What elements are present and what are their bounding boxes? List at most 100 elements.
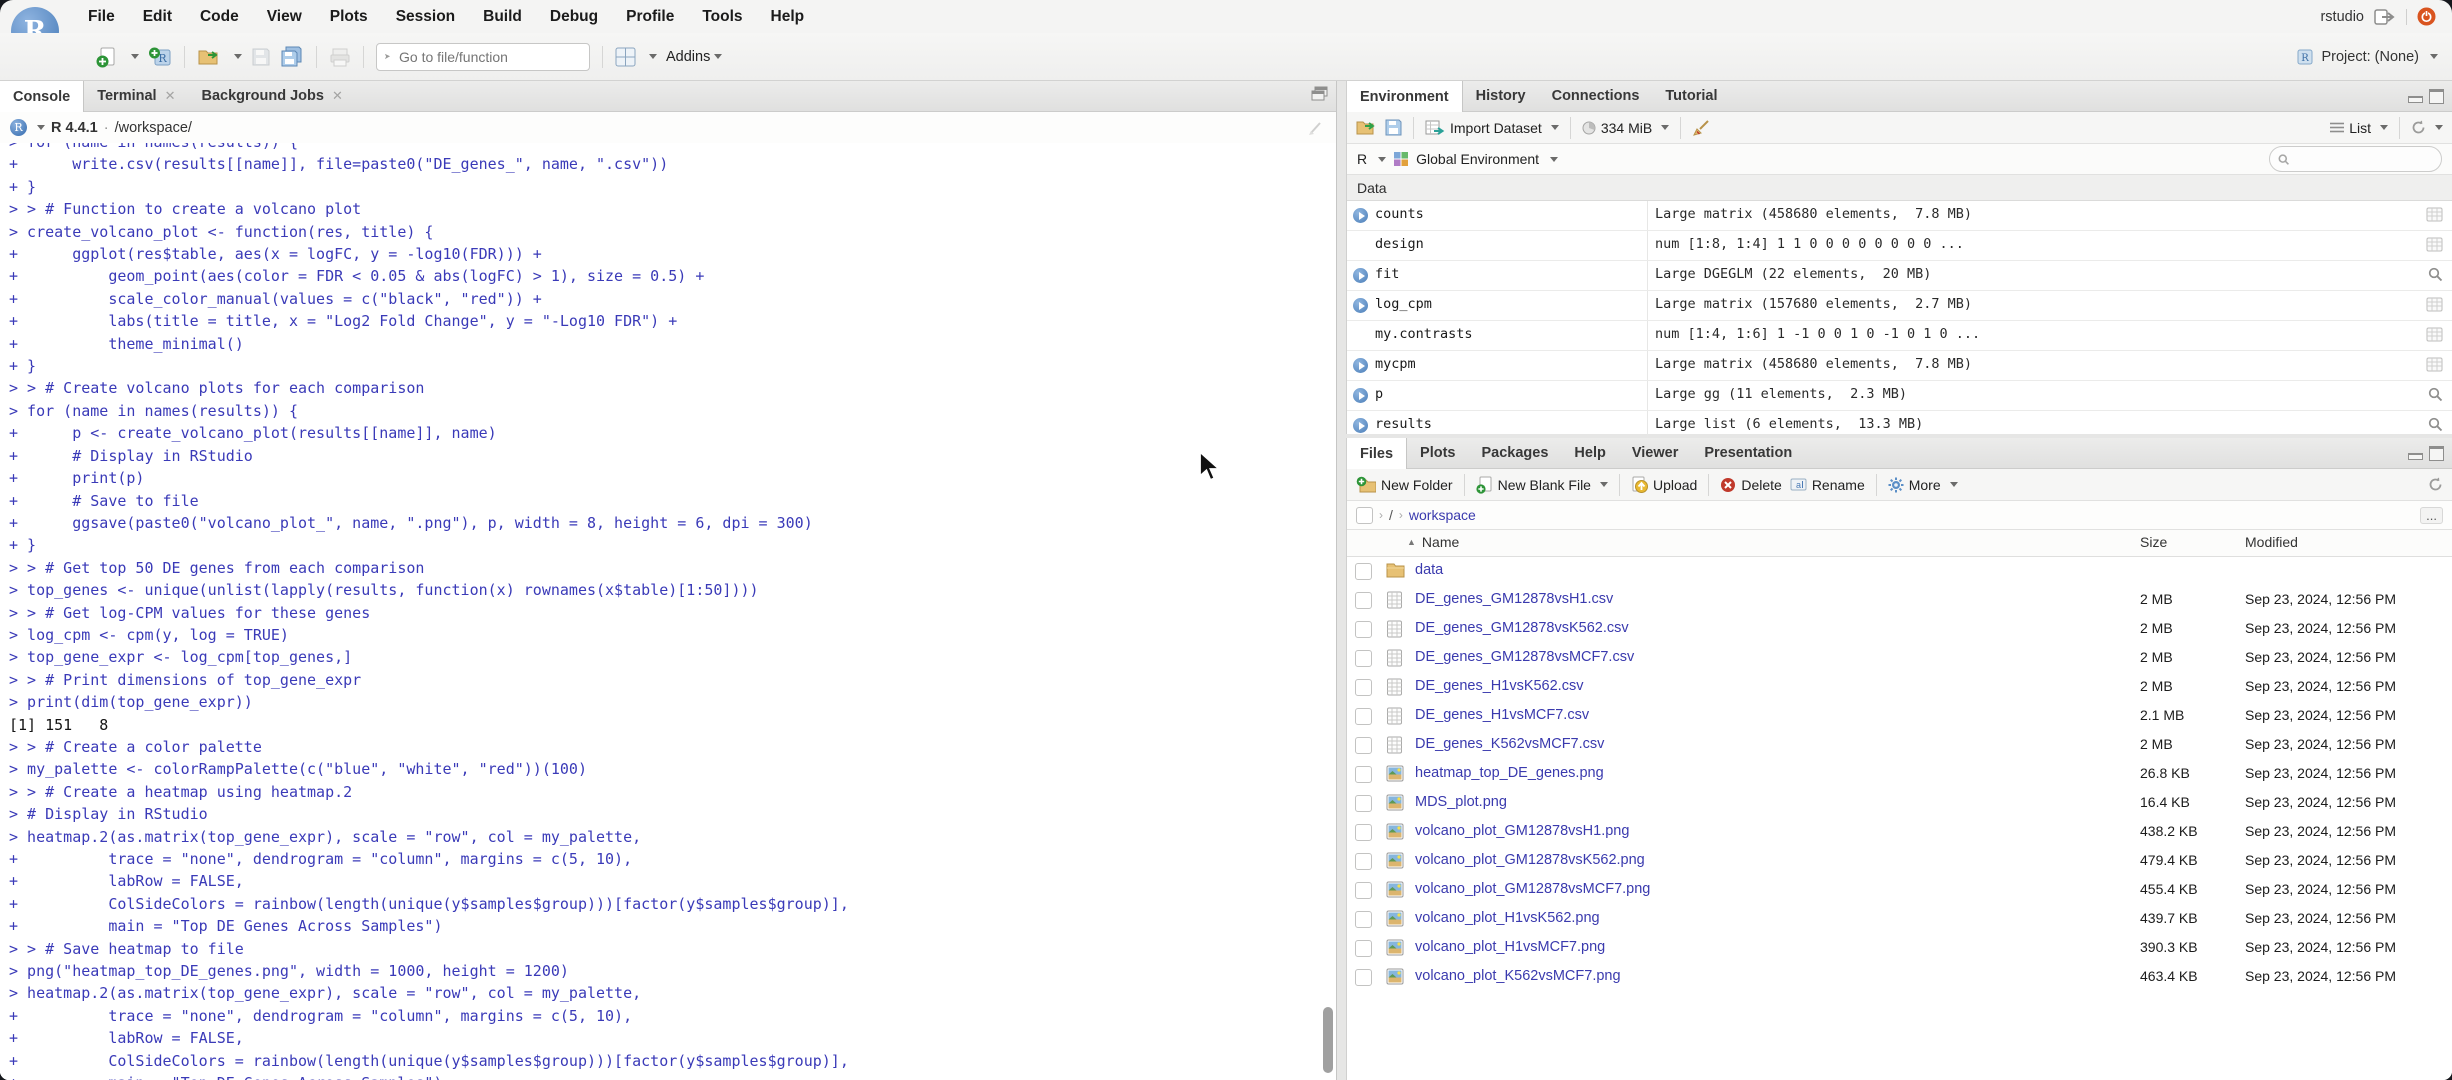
file-checkbox[interactable] [1355,795,1372,812]
environment-object-row[interactable]: results Large list (6 elements, 13.3 MB) [1347,411,2452,441]
environment-search-box[interactable] [2269,146,2442,172]
menu-build[interactable]: Build [483,8,522,26]
file-row[interactable]: DE_genes_H1vsK562.csv 2 MB Sep 23, 2024,… [1347,673,2452,702]
file-row[interactable]: volcano_plot_GM12878vsK562.png 479.4 KB … [1347,847,2452,876]
tab-tutorial[interactable]: Tutorial [1652,81,1730,111]
file-row[interactable]: volcano_plot_H1vsK562.png 439.7 KB Sep 2… [1347,905,2452,934]
tab-presentation[interactable]: Presentation [1691,438,1805,468]
file-checkbox[interactable] [1355,563,1372,580]
file-row[interactable]: DE_genes_GM12878vsK562.csv 2 MB Sep 23, … [1347,615,2452,644]
project-caret[interactable] [2430,54,2438,59]
environment-object-row[interactable]: design num [1:8, 1:4] 1 1 0 0 0 0 0 0 0 … [1347,231,2452,261]
expand-arrow-icon[interactable] [1353,358,1368,373]
minimize-panel-icon[interactable] [2408,452,2423,460]
goto-file-function-box[interactable] [376,42,590,71]
goto-file-function-input[interactable] [397,47,582,66]
tab-plots[interactable]: Plots [1407,438,1468,468]
inspect-icon[interactable] [2428,387,2443,407]
import-dataset-button[interactable]: Import Dataset [1425,120,1559,136]
file-row[interactable]: volcano_plot_K562vsMCF7.png 463.4 KB Sep… [1347,963,2452,992]
file-checkbox[interactable] [1355,592,1372,609]
menu-view[interactable]: View [267,8,302,26]
file-row[interactable]: heatmap_top_DE_genes.png 26.8 KB Sep 23,… [1347,760,2452,789]
sort-ascending-icon[interactable]: ▲ [1407,537,1416,547]
upload-button[interactable]: Upload [1631,476,1697,493]
memory-usage-button[interactable]: 334 MiB [1582,120,1670,136]
inspect-icon[interactable] [2428,417,2443,437]
file-checkbox[interactable] [1355,940,1372,957]
file-name[interactable]: DE_genes_GM12878vsK562.csv [1415,620,1629,636]
console-scrollbar[interactable] [1323,1007,1333,1073]
maximize-panel-icon[interactable] [2429,88,2444,104]
save-workspace-icon[interactable] [1385,119,1402,136]
open-file-caret[interactable] [234,54,242,59]
file-name[interactable]: heatmap_top_DE_genes.png [1415,765,1604,781]
pane-layout-caret[interactable] [649,54,657,59]
tab-environment[interactable]: Environment [1347,81,1463,112]
file-row[interactable]: DE_genes_K562vsMCF7.csv 2 MB Sep 23, 202… [1347,731,2452,760]
tab-viewer[interactable]: Viewer [1619,438,1692,468]
maximize-panel-icon[interactable] [1311,86,1328,106]
file-name[interactable]: data [1415,562,1443,578]
expand-arrow-icon[interactable] [1353,298,1368,313]
new-folder-button[interactable]: New Folder [1356,476,1453,493]
file-checkbox[interactable] [1355,650,1372,667]
expand-arrow-icon[interactable] [1353,418,1368,433]
minimize-panel-icon[interactable] [2408,95,2423,103]
expand-arrow-icon[interactable] [1353,268,1368,283]
clear-objects-icon[interactable] [1692,119,1710,136]
file-checkbox[interactable] [1355,679,1372,696]
list-view-button[interactable]: List [2330,120,2388,136]
environment-object-row[interactable]: mycpm Large matrix (458680 elements, 7.8… [1347,351,2452,381]
open-file-icon[interactable] [197,47,221,67]
environment-object-row[interactable]: p Large gg (11 elements, 2.3 MB) [1347,381,2452,411]
menu-help[interactable]: Help [771,8,805,26]
file-name[interactable]: DE_genes_GM12878vsMCF7.csv [1415,649,1634,665]
maximize-panel-icon[interactable] [2429,445,2444,461]
menu-plots[interactable]: Plots [330,8,368,26]
file-row[interactable]: volcano_plot_GM12878vsMCF7.png 455.4 KB … [1347,876,2452,905]
menu-debug[interactable]: Debug [550,8,598,26]
view-table-icon[interactable] [2426,297,2443,317]
view-table-icon[interactable] [2426,207,2443,227]
inspect-icon[interactable] [2428,267,2443,287]
file-checkbox[interactable] [1355,969,1372,986]
file-name[interactable]: DE_genes_GM12878vsH1.csv [1415,591,1613,607]
view-table-icon[interactable] [2426,357,2443,377]
more-button[interactable]: More [1888,477,1958,493]
new-file-caret[interactable] [131,54,139,59]
file-checkbox[interactable] [1355,737,1372,754]
project-selector[interactable]: Project: (None) [2321,49,2419,65]
tab-packages[interactable]: Packages [1469,438,1562,468]
tab-console[interactable]: Console [0,81,85,112]
file-row[interactable]: volcano_plot_GM12878vsH1.png 438.2 KB Se… [1347,818,2452,847]
tab-help[interactable]: Help [1561,438,1618,468]
breadcrumb-workspace[interactable]: workspace [1409,507,1476,523]
select-all-checkbox[interactable] [1356,506,1373,524]
view-table-icon[interactable] [2426,237,2443,257]
tab-files[interactable]: Files [1347,438,1408,469]
file-checkbox[interactable] [1355,708,1372,725]
console-output[interactable]: > for (name in names(results)) {+ write.… [0,143,1336,1080]
column-modified[interactable]: Modified [2245,534,2298,550]
file-name[interactable]: MDS_plot.png [1415,794,1507,810]
delete-button[interactable]: Delete [1720,477,1782,493]
pane-layout-icon[interactable] [615,47,636,67]
menu-tools[interactable]: Tools [702,8,742,26]
quit-session-icon[interactable] [2417,7,2436,26]
file-row[interactable]: data [1347,557,2452,586]
file-checkbox[interactable] [1355,824,1372,841]
close-icon[interactable]: ✕ [165,88,176,104]
addins-button[interactable]: Addins [666,49,723,65]
tab-terminal[interactable]: Terminal ✕ [84,81,188,111]
save-all-icon[interactable] [280,46,304,67]
environment-object-row[interactable]: my.contrasts num [1:4, 1:6] 1 -1 0 0 1 0… [1347,321,2452,351]
r-version-caret[interactable] [37,125,45,130]
new-file-icon[interactable] [96,46,118,68]
file-name[interactable]: volcano_plot_GM12878vsK562.png [1415,852,1645,868]
new-project-icon[interactable]: R [148,46,172,68]
print-icon[interactable] [329,47,351,67]
file-name[interactable]: DE_genes_H1vsK562.csv [1415,678,1583,694]
menu-session[interactable]: Session [396,8,455,26]
environment-object-row[interactable]: log_cpm Large matrix (157680 elements, 2… [1347,291,2452,321]
